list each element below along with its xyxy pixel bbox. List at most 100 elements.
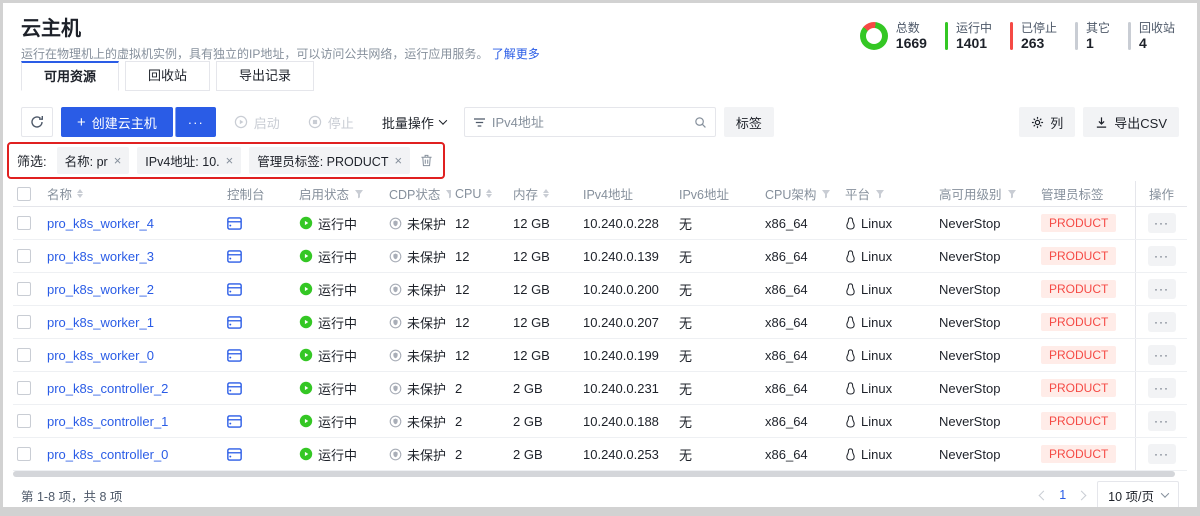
row-checkbox[interactable] — [17, 282, 31, 296]
batch-operations-label: 批量操作 — [382, 113, 434, 132]
power-state-text: 运行中 — [318, 313, 357, 332]
chip-close-icon[interactable]: × — [114, 154, 122, 167]
console-icon[interactable] — [227, 382, 242, 395]
console-icon[interactable] — [227, 217, 242, 230]
cdp-state-text: 未保护 — [407, 346, 446, 365]
row-actions-button[interactable]: ··· — [1148, 312, 1176, 332]
learn-more-link[interactable]: 了解更多 — [492, 47, 540, 61]
filter-chip-text: 名称: pr — [65, 151, 108, 170]
admin-tag-badge: PRODUCT — [1041, 346, 1116, 364]
export-csv-label: 导出CSV — [1114, 113, 1167, 132]
search-icon[interactable] — [694, 116, 707, 129]
column-header-memory[interactable]: 内存 — [509, 184, 579, 203]
console-icon[interactable] — [227, 415, 242, 428]
ipv4-value: 10.240.0.231 — [583, 381, 659, 396]
row-actions-button[interactable]: ··· — [1148, 345, 1176, 365]
vm-name-link[interactable]: pro_k8s_worker_2 — [47, 282, 154, 297]
platform-value: Linux — [861, 249, 892, 264]
column-header-ipv4: IPv4地址 — [579, 184, 675, 203]
row-checkbox[interactable] — [17, 414, 31, 428]
column-header-ha-level[interactable]: 高可用级别 — [935, 184, 1037, 203]
vm-name-link[interactable]: pro_k8s_worker_0 — [47, 348, 154, 363]
prev-page-button[interactable] — [1039, 490, 1049, 500]
column-header-power-state[interactable]: 启用状态 — [295, 184, 385, 203]
admin-tag-badge: PRODUCT — [1041, 313, 1116, 331]
running-status-icon — [299, 282, 313, 296]
refresh-button[interactable] — [21, 107, 53, 137]
tab-available-resources[interactable]: 可用资源 — [21, 61, 119, 91]
column-header-cpu-arch[interactable]: CPU架构 — [761, 184, 841, 203]
column-header-console: 控制台 — [223, 184, 295, 203]
create-vm-button[interactable]: + 创建云主机 — [61, 107, 173, 137]
row-actions-button[interactable]: ··· — [1148, 213, 1176, 233]
tag-button[interactable]: 标签 — [724, 107, 774, 137]
console-icon[interactable] — [227, 349, 242, 362]
row-checkbox[interactable] — [17, 348, 31, 362]
vm-name-link[interactable]: pro_k8s_worker_1 — [47, 315, 154, 330]
plus-icon: + — [77, 115, 86, 130]
row-checkbox[interactable] — [17, 447, 31, 461]
column-header-platform[interactable]: 平台 — [841, 184, 935, 203]
clear-filters-button[interactable] — [420, 154, 433, 167]
console-icon[interactable] — [227, 316, 242, 329]
cpu-arch-value: x86_64 — [765, 381, 808, 396]
chip-close-icon[interactable]: × — [226, 154, 234, 167]
page-size-select[interactable]: 10 项/页 — [1097, 481, 1179, 507]
tab-recycle-bin[interactable]: 回收站 — [125, 61, 210, 91]
ipv6-value: 无 — [679, 346, 692, 365]
console-icon[interactable] — [227, 283, 242, 296]
vm-name-link[interactable]: pro_k8s_controller_2 — [47, 381, 168, 396]
cdp-state-text: 未保护 — [407, 379, 446, 398]
cdp-state-text: 未保护 — [407, 313, 446, 332]
platform-value: Linux — [861, 216, 892, 231]
search-input[interactable] — [492, 115, 688, 130]
column-header-cpu[interactable]: CPU — [451, 187, 509, 201]
tab-export-records[interactable]: 导出记录 — [216, 61, 314, 91]
column-header-cdp-state[interactable]: CDP状态 — [385, 184, 451, 203]
row-checkbox[interactable] — [17, 216, 31, 230]
row-checkbox[interactable] — [17, 249, 31, 263]
row-checkbox[interactable] — [17, 315, 31, 329]
filter-chip-text: IPv4地址: 10. — [145, 151, 219, 170]
tab-bar: 可用资源 回收站 导出记录 — [3, 61, 1197, 91]
batch-operations-button[interactable]: 批量操作 — [372, 107, 456, 137]
stop-button[interactable]: 停止 — [298, 107, 364, 137]
vm-name-link[interactable]: pro_k8s_controller_1 — [47, 414, 168, 429]
admin-tag-badge: PRODUCT — [1041, 280, 1116, 298]
memory-value: 12 GB — [513, 315, 550, 330]
stat-value: 1401 — [956, 36, 992, 51]
filter-label: 筛选: — [17, 151, 47, 170]
row-actions-button[interactable]: ··· — [1148, 246, 1176, 266]
current-page-number[interactable]: 1 — [1059, 488, 1066, 502]
ha-level-value: NeverStop — [939, 315, 1000, 330]
vm-name-link[interactable]: pro_k8s_worker_4 — [47, 216, 154, 231]
stat-running: 运行中 1401 — [945, 21, 992, 51]
next-page-button[interactable] — [1077, 490, 1087, 500]
column-header-name[interactable]: 名称 — [43, 184, 223, 203]
gear-icon — [1031, 116, 1044, 129]
console-icon[interactable] — [227, 250, 242, 263]
admin-tag-badge: PRODUCT — [1041, 214, 1116, 232]
ipv4-value: 10.240.0.139 — [583, 249, 659, 264]
console-icon[interactable] — [227, 448, 242, 461]
start-button[interactable]: 启动 — [224, 107, 290, 137]
filter-chip: 名称: pr × — [57, 147, 130, 174]
columns-button[interactable]: 列 — [1019, 107, 1075, 137]
vm-name-link[interactable]: pro_k8s_controller_0 — [47, 447, 168, 462]
create-more-button[interactable]: ··· — [175, 107, 216, 137]
row-actions-button[interactable]: ··· — [1148, 378, 1176, 398]
select-all-cell — [13, 187, 43, 201]
platform-value: Linux — [861, 315, 892, 330]
ha-level-value: NeverStop — [939, 282, 1000, 297]
admin-tag-badge: PRODUCT — [1041, 247, 1116, 265]
vm-name-link[interactable]: pro_k8s_worker_3 — [47, 249, 154, 264]
select-all-checkbox[interactable] — [17, 187, 31, 201]
chip-close-icon[interactable]: × — [394, 154, 402, 167]
row-actions-button[interactable]: ··· — [1148, 411, 1176, 431]
cpu-value: 2 — [455, 414, 462, 429]
running-status-icon — [299, 315, 313, 329]
row-actions-button[interactable]: ··· — [1148, 444, 1176, 464]
row-actions-button[interactable]: ··· — [1148, 279, 1176, 299]
export-csv-button[interactable]: 导出CSV — [1083, 107, 1179, 137]
row-checkbox[interactable] — [17, 381, 31, 395]
